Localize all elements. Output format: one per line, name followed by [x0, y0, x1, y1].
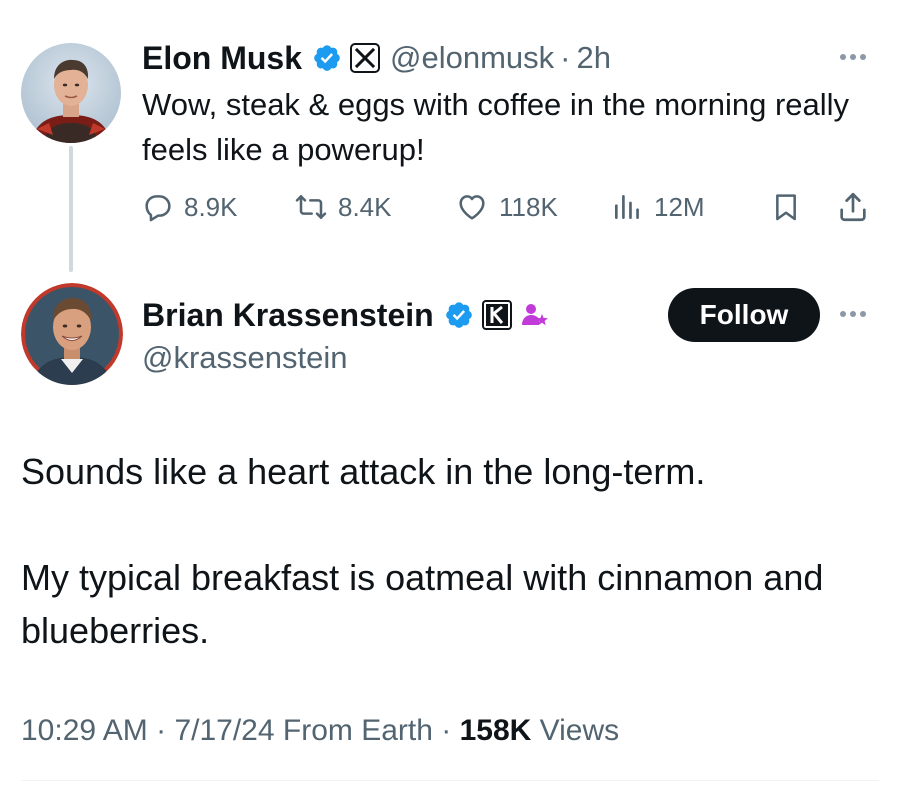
repost-count: 8.4K [338, 191, 392, 222]
tweet-action-bar: 8.9K 8.4K 118K 12M [142, 185, 880, 229]
reply-tweet-text: Sounds like a heart attack in the long-t… [21, 445, 881, 657]
person-star-badge-icon [520, 300, 550, 330]
share-icon [836, 190, 870, 224]
author-display-name[interactable]: Elon Musk [142, 40, 302, 77]
bookmark-icon [770, 190, 802, 224]
verified-badge-icon [444, 300, 474, 330]
reply-count: 8.9K [184, 191, 238, 222]
bookmark-button[interactable] [770, 185, 802, 229]
follow-button[interactable]: Follow [668, 288, 820, 342]
more-options-icon[interactable] [840, 54, 866, 60]
avatar-elon-musk[interactable] [21, 43, 121, 143]
tweet-time-ago[interactable]: 2h [577, 40, 611, 76]
reply-button[interactable]: 8.9K [142, 185, 238, 229]
reply-icon [142, 191, 174, 223]
author-handle[interactable]: @elonmusk [390, 40, 554, 76]
reply-paragraph: My typical breakfast is oatmeal with cin… [21, 557, 824, 651]
tweet-header-elon: Elon Musk @elonmusk · 2h [142, 36, 611, 80]
repost-icon [294, 191, 328, 223]
thread-connector-line [69, 146, 73, 272]
reply-author-display-name[interactable]: Brian Krassenstein [142, 297, 434, 334]
views-icon [610, 191, 644, 223]
separator-dot: · [441, 714, 452, 747]
like-button[interactable]: 118K [455, 185, 558, 229]
tweet-date[interactable]: 7/17/24 [174, 714, 274, 747]
like-icon [455, 191, 489, 223]
tweet-time[interactable]: 10:29 AM [21, 714, 148, 747]
k-logo-badge-icon [481, 300, 512, 330]
share-button[interactable] [836, 185, 870, 229]
tweet-header-brian: Brian Krassenstein [142, 293, 550, 337]
tweet-source: From Earth [282, 714, 433, 747]
tweet-meta: 10:29 AM · 7/17/24 From Earth · 158K Vie… [21, 714, 619, 748]
reply-author-handle[interactable]: @krassenstein [142, 340, 348, 376]
verified-badge-icon [312, 43, 342, 73]
tweet-views-count: 158K [459, 714, 532, 747]
reply-paragraph: Sounds like a heart attack in the long-t… [21, 451, 706, 492]
more-options-icon[interactable] [840, 311, 866, 317]
tweet-views-label: Views [539, 714, 620, 747]
divider [21, 780, 879, 781]
like-count: 118K [499, 191, 558, 222]
views-count: 12M [654, 191, 705, 222]
separator-dot: · [156, 714, 167, 747]
x-logo-badge-icon [350, 43, 381, 73]
tweet-text: Wow, steak & eggs with coffee in the mor… [142, 87, 850, 167]
separator-dot: · [560, 40, 571, 75]
repost-button[interactable]: 8.4K [294, 185, 392, 229]
views-button[interactable]: 12M [610, 185, 705, 229]
avatar-brian-krassenstein[interactable] [21, 283, 123, 385]
